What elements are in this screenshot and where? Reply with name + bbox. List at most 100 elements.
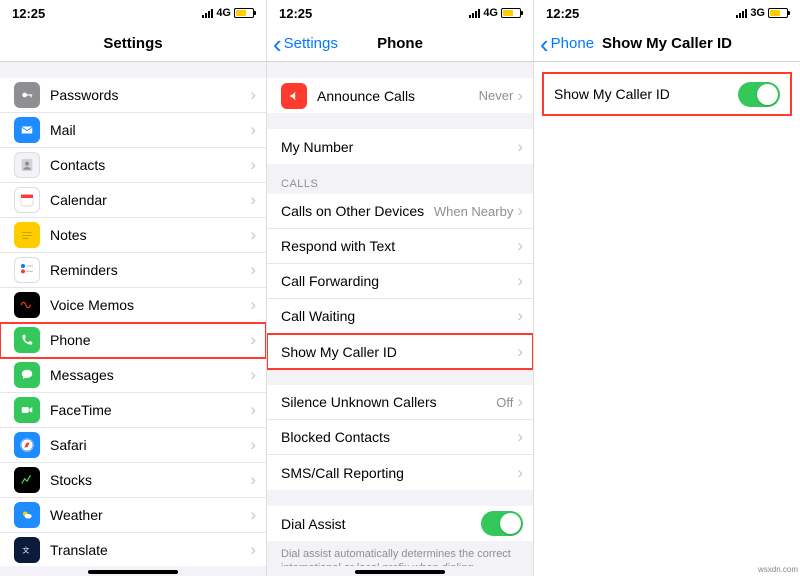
status-bar: 12:25 4G [0, 0, 266, 26]
notes-icon [14, 222, 40, 248]
row-label: Voice Memos [50, 297, 250, 313]
row-label: My Number [281, 139, 517, 155]
dial-assist-footer: Dial assist automatically determines the… [267, 541, 533, 566]
row-label: Calls on Other Devices [281, 203, 434, 219]
signal-icon [736, 9, 747, 18]
row-label: Reminders [50, 262, 250, 278]
contacts-icon [14, 152, 40, 178]
screen-settings: 12:25 4G Settings Passwords›Mail›Contact… [0, 0, 267, 576]
phone-icon [14, 327, 40, 353]
row-sms-call-reporting[interactable]: SMS/Call Reporting › [267, 455, 533, 490]
home-indicator[interactable] [355, 570, 445, 574]
key-icon [14, 82, 40, 108]
facetime-icon [14, 397, 40, 423]
nav-bar: Phone Show My Caller ID [534, 26, 800, 62]
settings-row-voice-memos[interactable]: Voice Memos› [0, 288, 266, 323]
caller-id-toggle[interactable] [738, 82, 780, 107]
phone-settings-list[interactable]: Announce Calls Never › My Number › CALLS… [267, 62, 533, 566]
nav-bar: Settings Phone [267, 26, 533, 62]
row-label: Phone [50, 332, 250, 348]
row-label: Call Forwarding [281, 273, 517, 289]
back-button[interactable]: Phone [534, 35, 594, 52]
row-respond-with-text[interactable]: Respond with Text › [267, 229, 533, 264]
row-label: Contacts [50, 157, 250, 173]
row-my-number[interactable]: My Number › [267, 129, 533, 164]
translate-icon: 文 [14, 537, 40, 563]
settings-row-weather[interactable]: Weather› [0, 498, 266, 533]
back-button[interactable]: Settings [267, 35, 338, 52]
settings-row-facetime[interactable]: FaceTime› [0, 393, 266, 428]
row-call-forwarding[interactable]: Call Forwarding › [267, 264, 533, 299]
row-label: Stocks [50, 472, 250, 488]
row-calls-other-devices[interactable]: Calls on Other Devices When Nearby › [267, 194, 533, 229]
row-detail: Off [496, 395, 513, 410]
row-label: Notes [50, 227, 250, 243]
screen-caller-id: 12:25 3G Phone Show My Caller ID Show My… [534, 0, 800, 576]
section-header-calls: CALLS [267, 164, 533, 194]
row-show-my-caller-id[interactable]: Show My Caller ID › [267, 334, 533, 369]
mail-icon [14, 117, 40, 143]
reminders-icon [14, 257, 40, 283]
svg-text:文: 文 [22, 545, 29, 554]
row-detail: Never [479, 88, 514, 103]
row-label: Mail [50, 122, 250, 138]
row-label: SMS/Call Reporting [281, 465, 517, 481]
voicememos-icon [14, 292, 40, 318]
row-label: Silence Unknown Callers [281, 394, 496, 410]
settings-row-reminders[interactable]: Reminders› [0, 253, 266, 288]
row-silence-unknown[interactable]: Silence Unknown Callers Off › [267, 385, 533, 420]
status-time: 12:25 [279, 6, 312, 21]
row-label: Announce Calls [317, 88, 479, 104]
network-label: 4G [216, 7, 231, 19]
status-time: 12:25 [12, 6, 45, 21]
row-detail: When Nearby [434, 204, 513, 219]
watermark: wsxdn.com [758, 565, 798, 574]
settings-row-calendar[interactable]: Calendar› [0, 183, 266, 218]
status-bar: 12:25 4G [267, 0, 533, 26]
row-label: Blocked Contacts [281, 429, 517, 445]
nav-bar: Settings [0, 26, 266, 62]
battery-icon [501, 8, 521, 18]
caller-id-content: Show My Caller ID [534, 62, 800, 576]
stocks-icon [14, 467, 40, 493]
row-label: FaceTime [50, 402, 250, 418]
battery-icon [234, 8, 254, 18]
calendar-icon [14, 187, 40, 213]
messages-icon [14, 362, 40, 388]
row-dial-assist[interactable]: Dial Assist [267, 506, 533, 541]
settings-row-notes[interactable]: Notes› [0, 218, 266, 253]
row-label: Translate [50, 542, 250, 558]
settings-row-phone[interactable]: Phone› [0, 323, 266, 358]
signal-icon [202, 9, 213, 18]
screen-phone-settings: 12:25 4G Settings Phone Announce Calls N… [267, 0, 534, 576]
settings-row-mail[interactable]: Mail› [0, 113, 266, 148]
settings-row-passwords[interactable]: Passwords› [0, 78, 266, 113]
row-announce-calls[interactable]: Announce Calls Never › [267, 78, 533, 113]
status-time: 12:25 [546, 6, 579, 21]
settings-row-contacts[interactable]: Contacts› [0, 148, 266, 183]
dial-assist-toggle[interactable] [481, 511, 523, 536]
row-label: Messages [50, 367, 250, 383]
row-label: Calendar [50, 192, 250, 208]
row-label: Call Waiting [281, 308, 517, 324]
row-label: Dial Assist [281, 516, 481, 532]
row-call-waiting[interactable]: Call Waiting › [267, 299, 533, 334]
settings-list[interactable]: Passwords›Mail›Contacts›Calendar›Notes›R… [0, 62, 266, 566]
row-label: Weather [50, 507, 250, 523]
row-label: Show My Caller ID [281, 344, 517, 360]
settings-row-safari[interactable]: Safari› [0, 428, 266, 463]
settings-row-translate[interactable]: 文Translate› [0, 533, 266, 566]
row-label: Show My Caller ID [554, 86, 738, 102]
network-label: 4G [483, 7, 498, 19]
status-bar: 12:25 3G [534, 0, 800, 26]
settings-row-messages[interactable]: Messages› [0, 358, 266, 393]
row-show-my-caller-id[interactable]: Show My Caller ID [544, 74, 790, 114]
battery-icon [768, 8, 788, 18]
home-indicator[interactable] [88, 570, 178, 574]
page-title: Settings [0, 35, 266, 52]
row-blocked-contacts[interactable]: Blocked Contacts › [267, 420, 533, 455]
settings-row-stocks[interactable]: Stocks› [0, 463, 266, 498]
row-label: Safari [50, 437, 250, 453]
safari-icon [14, 432, 40, 458]
network-label: 3G [750, 7, 765, 19]
